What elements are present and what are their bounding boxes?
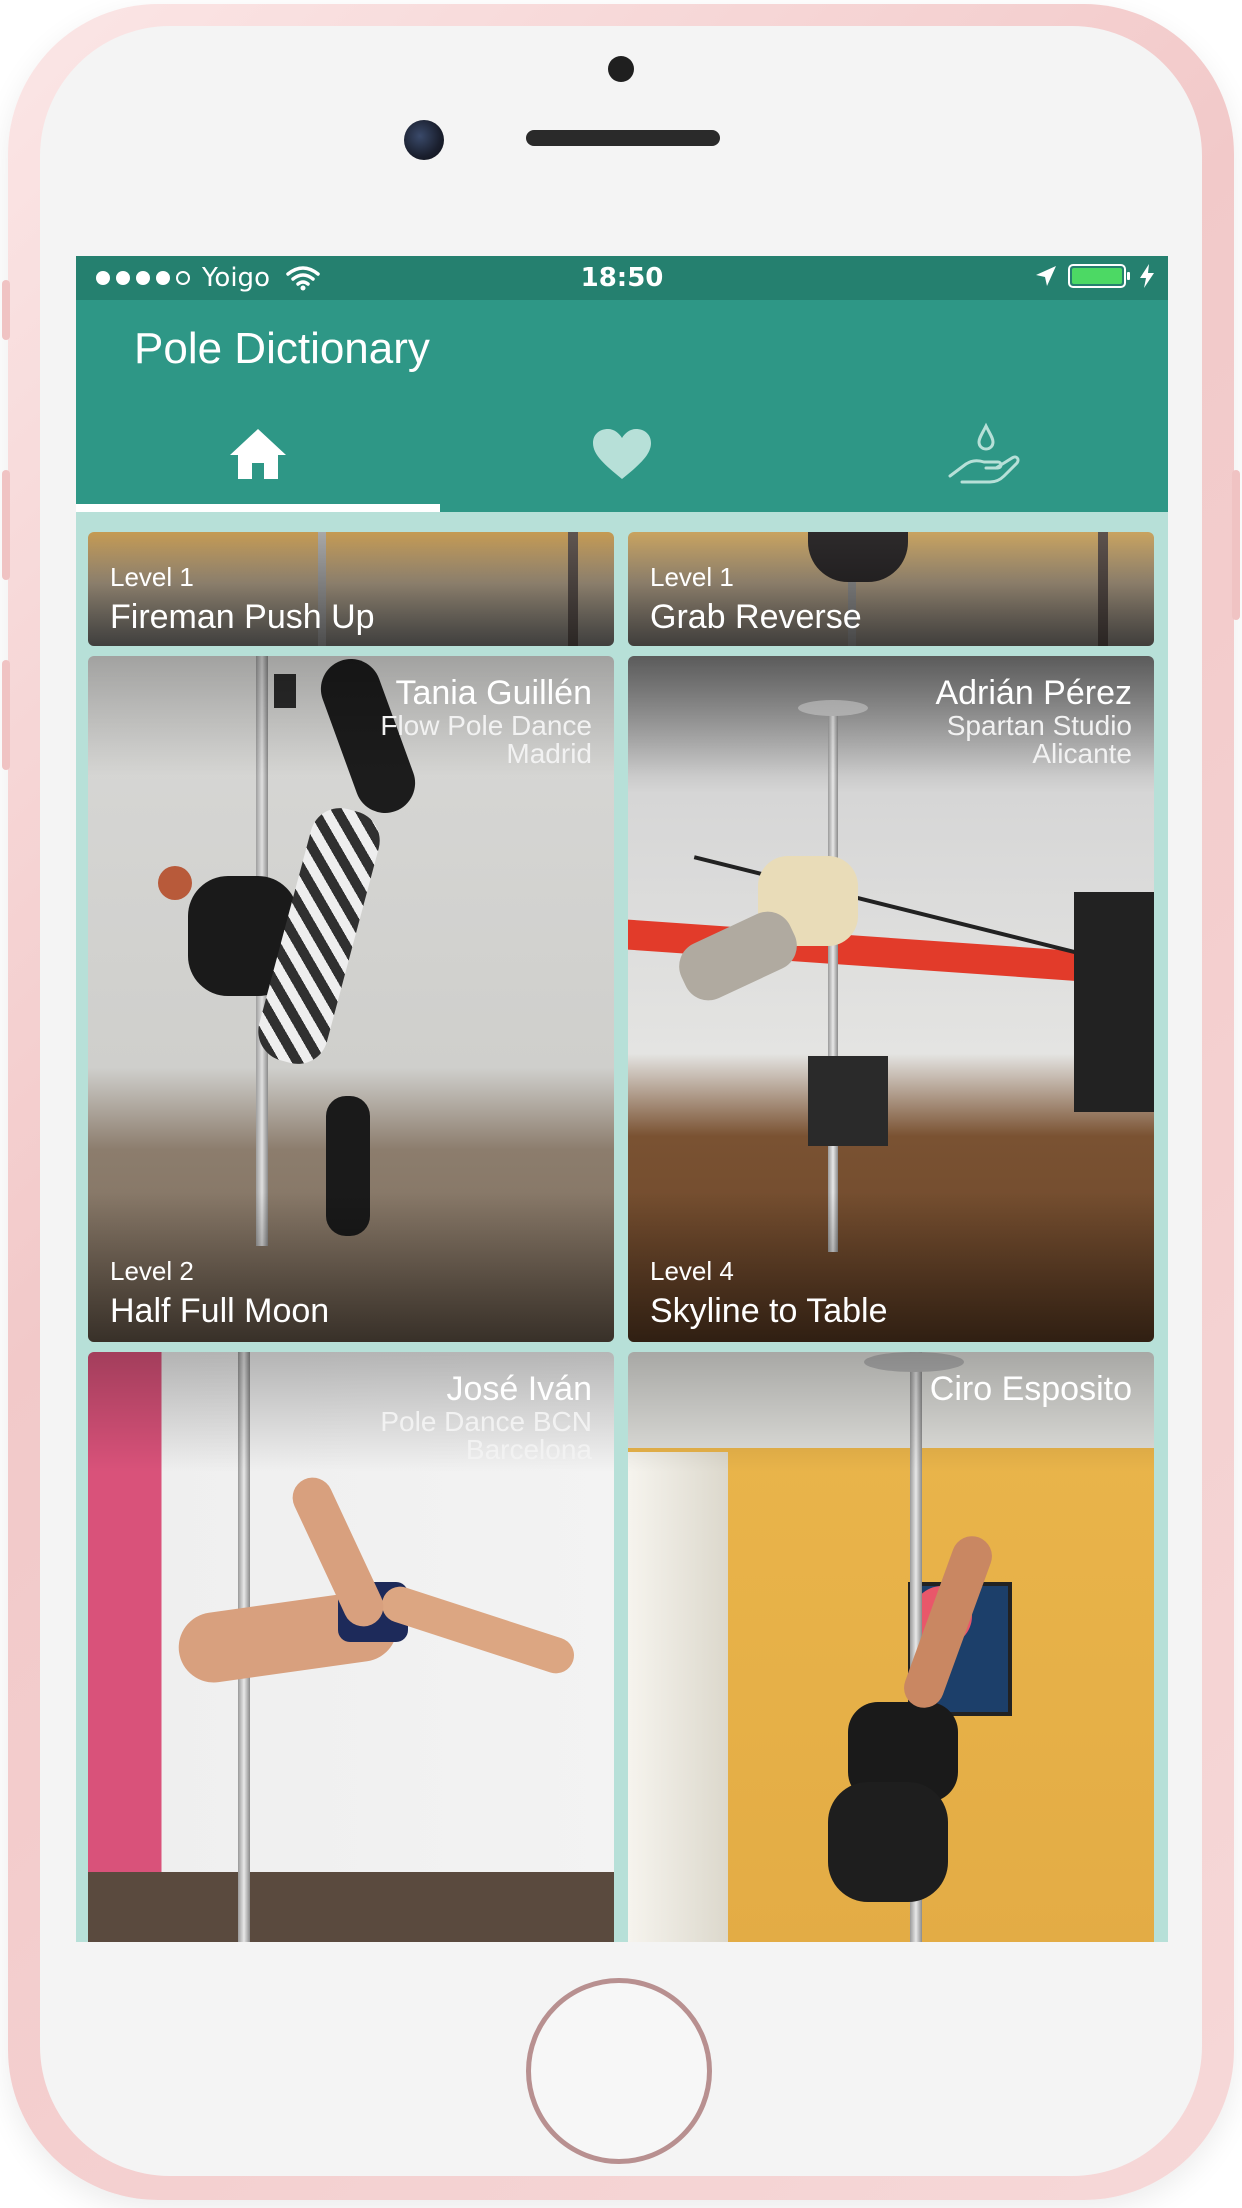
battery-icon [1068,264,1130,288]
location-arrow-icon [1036,266,1056,286]
charging-bolt-icon [1140,264,1154,288]
status-right [1034,264,1154,288]
selected-tab-indicator [76,504,440,512]
instructor-name: José Iván [446,1370,592,1408]
move-card[interactable]: Adrián Pérez Spartan Studio Alicante Lev… [628,656,1154,1342]
studio-city: Alicante [1032,738,1132,769]
tab-home[interactable] [76,396,440,512]
status-bar: Yoigo 18:50 [76,256,1168,300]
move-card[interactable]: José Iván Pole Dance BCN Barcelona [88,1352,614,1942]
heart-icon [593,429,651,479]
move-level: Level 1 [650,562,734,592]
move-title: Grab Reverse [650,598,862,636]
instructor-info: José Iván Pole Dance BCN Barcelona [380,1370,592,1464]
studio-city: Barcelona [465,1434,592,1465]
move-level: Level 1 [110,562,194,592]
studio-city: Madrid [506,738,592,769]
instructor-name: Adrián Pérez [935,674,1132,712]
instructor-info: Tania Guillén Flow Pole Dance Madrid [380,674,592,768]
tab-care[interactable] [804,396,1168,512]
tab-bar [76,396,1168,512]
hand-water-drop-icon [948,422,1020,484]
volume-down-button [2,660,10,770]
tab-favorites[interactable] [440,396,804,512]
studio-name: Flow Pole Dance [380,710,592,741]
home-icon [230,429,286,479]
proximity-sensor [608,56,634,82]
power-button [1232,470,1240,620]
earpiece-speaker [526,130,720,146]
move-level: Level 2 [110,1256,194,1286]
volume-up-button [2,470,10,580]
studio-name: Pole Dance BCN [380,1406,592,1437]
instructor-info: Ciro Esposito [930,1370,1132,1408]
front-camera [404,120,444,160]
move-card[interactable]: Level 1 Fireman Push Up [88,532,614,646]
app-bar: Pole Dictionary [76,300,1168,396]
moves-grid: Level 1 Fireman Push Up Level 1 Grab Rev… [76,512,1168,1942]
move-card[interactable]: Tania Guillén Flow Pole Dance Madrid Lev… [88,656,614,1342]
app-title: Pole Dictionary [134,324,430,373]
instructor-info: Adrián Pérez Spartan Studio Alicante [935,674,1132,768]
home-button[interactable] [526,1978,712,2164]
move-title: Fireman Push Up [110,598,375,636]
clock: 18:50 [580,263,664,293]
move-card[interactable]: Level 1 Grab Reverse [628,532,1154,646]
studio-name: Spartan Studio [946,710,1132,741]
instructor-name: Ciro Esposito [929,1370,1132,1408]
move-title: Half Full Moon [110,1292,330,1330]
move-title: Skyline to Table [650,1292,888,1330]
app-screen: Yoigo 18:50 Pole Dictionary Level 1 Fire… [76,256,1168,1942]
mute-switch [2,280,10,340]
instructor-name: Tania Guillén [395,674,592,712]
move-level: Level 4 [650,1256,734,1286]
move-card[interactable]: Ciro Esposito [628,1352,1154,1942]
